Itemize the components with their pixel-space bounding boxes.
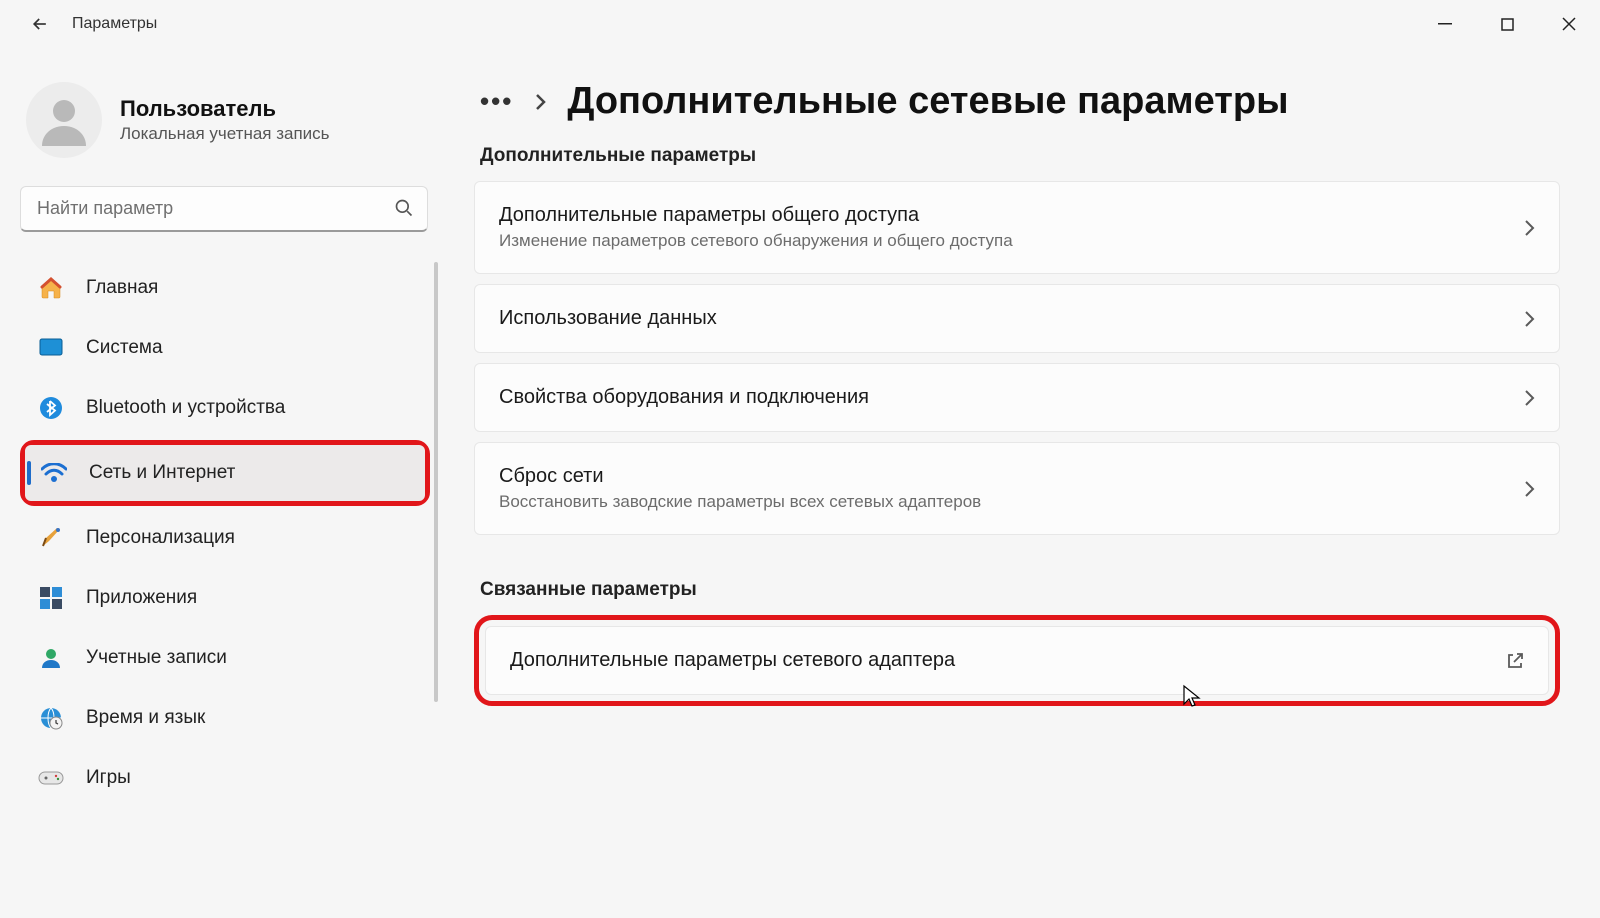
search-input[interactable] xyxy=(20,186,428,232)
card-title: Свойства оборудования и подключения xyxy=(499,386,1523,409)
scrollbar[interactable] xyxy=(434,262,438,702)
minimize-button[interactable] xyxy=(1414,5,1476,43)
chevron-right-icon xyxy=(1523,389,1535,407)
close-button[interactable] xyxy=(1538,5,1600,43)
user-block[interactable]: Пользователь Локальная учетная запись xyxy=(14,62,440,186)
card-hardware-properties[interactable]: Свойства оборудования и подключения xyxy=(474,363,1560,432)
maximize-button[interactable] xyxy=(1476,5,1538,43)
system-icon xyxy=(36,338,66,358)
sidebar-item-home[interactable]: Главная xyxy=(22,260,428,316)
sidebar-item-network[interactable]: Сеть и Интернет xyxy=(25,445,425,501)
chevron-right-icon xyxy=(533,92,547,112)
card-title: Сброс сети xyxy=(499,465,1523,488)
sidebar-item-bluetooth[interactable]: Bluetooth и устройства xyxy=(22,380,428,436)
highlight-adapter-options: Дополнительные параметры сетевого адапте… xyxy=(474,615,1560,706)
sidebar-item-label: Bluetooth и устройства xyxy=(86,397,285,419)
sidebar-item-accounts[interactable]: Учетные записи xyxy=(22,630,428,686)
nav-list: Главная Система Bluetooth и устройства xyxy=(14,256,440,918)
globe-clock-icon xyxy=(36,706,66,730)
page-title: Дополнительные сетевые параметры xyxy=(567,80,1288,123)
avatar xyxy=(26,82,102,158)
sidebar-item-personalization[interactable]: Персонализация xyxy=(22,510,428,566)
sidebar-item-label: Главная xyxy=(86,277,158,299)
sidebar-item-time-language[interactable]: Время и язык xyxy=(22,690,428,746)
user-subtitle: Локальная учетная запись xyxy=(120,124,330,144)
sidebar-item-label: Игры xyxy=(86,767,131,789)
breadcrumb: ••• Дополнительные сетевые параметры xyxy=(480,80,1560,123)
sidebar-item-label: Система xyxy=(86,337,163,359)
brush-icon xyxy=(36,526,66,550)
card-data-usage[interactable]: Использование данных xyxy=(474,284,1560,353)
chevron-right-icon xyxy=(1523,219,1535,237)
section-heading-related: Связанные параметры xyxy=(480,579,1560,601)
wifi-icon xyxy=(39,463,69,483)
highlight-sidebar-network: Сеть и Интернет xyxy=(20,440,430,506)
user-name: Пользователь xyxy=(120,96,330,122)
gamepad-icon xyxy=(36,769,66,787)
main-content: ••• Дополнительные сетевые параметры Доп… xyxy=(450,48,1600,918)
search-icon xyxy=(394,198,414,218)
sidebar-item-gaming[interactable]: Игры xyxy=(22,750,428,806)
sidebar-item-label: Сеть и Интернет xyxy=(89,462,235,484)
card-title: Использование данных xyxy=(499,307,1523,330)
sidebar-item-apps[interactable]: Приложения xyxy=(22,570,428,626)
breadcrumb-more-icon[interactable]: ••• xyxy=(480,86,513,117)
sidebar: Пользователь Локальная учетная запись Гл… xyxy=(0,48,450,918)
sidebar-item-label: Приложения xyxy=(86,587,197,609)
card-title: Дополнительные параметры общего доступа xyxy=(499,204,1523,227)
section-heading-advanced: Дополнительные параметры xyxy=(480,145,1560,167)
app-title: Параметры xyxy=(72,15,157,33)
accounts-icon xyxy=(36,646,66,670)
card-subtitle: Изменение параметров сетевого обнаружени… xyxy=(499,231,1523,251)
sidebar-item-label: Учетные записи xyxy=(86,647,227,669)
back-button[interactable] xyxy=(20,4,60,44)
chevron-right-icon xyxy=(1523,310,1535,328)
card-adapter-options[interactable]: Дополнительные параметры сетевого адапте… xyxy=(485,626,1549,695)
card-subtitle: Восстановить заводские параметры всех се… xyxy=(499,492,1523,512)
titlebar: Параметры xyxy=(0,0,1600,48)
window-controls xyxy=(1414,5,1600,43)
apps-icon xyxy=(36,587,66,609)
home-icon xyxy=(36,276,66,300)
open-external-icon xyxy=(1506,652,1524,670)
search-wrap xyxy=(20,186,428,232)
sidebar-item-label: Персонализация xyxy=(86,527,235,549)
sidebar-item-label: Время и язык xyxy=(86,707,205,729)
card-title: Дополнительные параметры сетевого адапте… xyxy=(510,649,1506,672)
bluetooth-icon xyxy=(36,396,66,420)
card-network-reset[interactable]: Сброс сети Восстановить заводские параме… xyxy=(474,442,1560,535)
card-advanced-sharing[interactable]: Дополнительные параметры общего доступа … xyxy=(474,181,1560,274)
chevron-right-icon xyxy=(1523,480,1535,498)
sidebar-item-system[interactable]: Система xyxy=(22,320,428,376)
